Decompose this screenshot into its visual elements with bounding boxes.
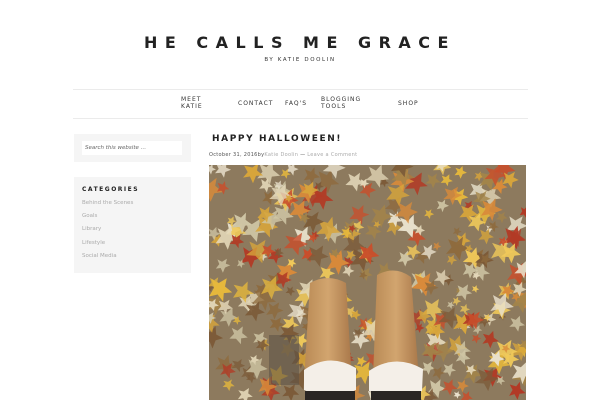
category-link[interactable]: Lifestyle [82,240,105,246]
post-meta: October 31, 2016byKatie Doolin — Leave a… [209,152,357,158]
nav-divider-bottom [73,118,528,119]
post-author-link[interactable]: Katie Doolin [264,152,298,158]
nav-item-blogging-tools[interactable]: BLOGGING TOOLS [321,96,361,110]
nav-item-label: SHOP [398,100,419,107]
post-date: October 31, 2016 [209,152,258,158]
site-byline: BY KATIE DOOLIN [264,57,336,63]
search-input[interactable] [82,141,182,155]
nav-divider-top [73,89,528,90]
nav-item-label: KATIE [181,102,203,110]
categories-heading: CATEGORIES [82,186,140,193]
site-title[interactable]: HE CALLS ME GRACE [0,33,600,52]
nav-item-label: CONTACT [238,100,274,107]
nav-item-label: FAQ'S [285,100,308,107]
post-featured-image [209,165,526,400]
nav-item-label: TOOLS [321,102,347,110]
category-link[interactable]: Behind the Scenes [82,200,133,206]
category-link[interactable]: Library [82,226,101,232]
categories-widget: CATEGORIES Behind the Scenes Goals Libra… [74,177,191,273]
category-link[interactable]: Social Media [82,253,117,259]
nav-item-shop[interactable]: SHOP [398,100,419,108]
nav-item-meet-katie[interactable]: MEET KATIE [181,96,203,110]
autumn-leaves-boots-photo [209,165,526,400]
nav-item-contact[interactable]: CONTACT [238,100,274,108]
nav-item-faqs[interactable]: FAQ'S [285,100,308,108]
post-title[interactable]: HAPPY HALLOWEEN! [212,134,342,144]
post-meta-separator: — [298,152,308,158]
site-header: HE CALLS ME GRACE BY KATIE DOOLIN [0,0,600,90]
leave-comment-link[interactable]: Leave a Comment [307,152,357,158]
search-widget [74,134,191,162]
category-link[interactable]: Goals [82,213,97,219]
